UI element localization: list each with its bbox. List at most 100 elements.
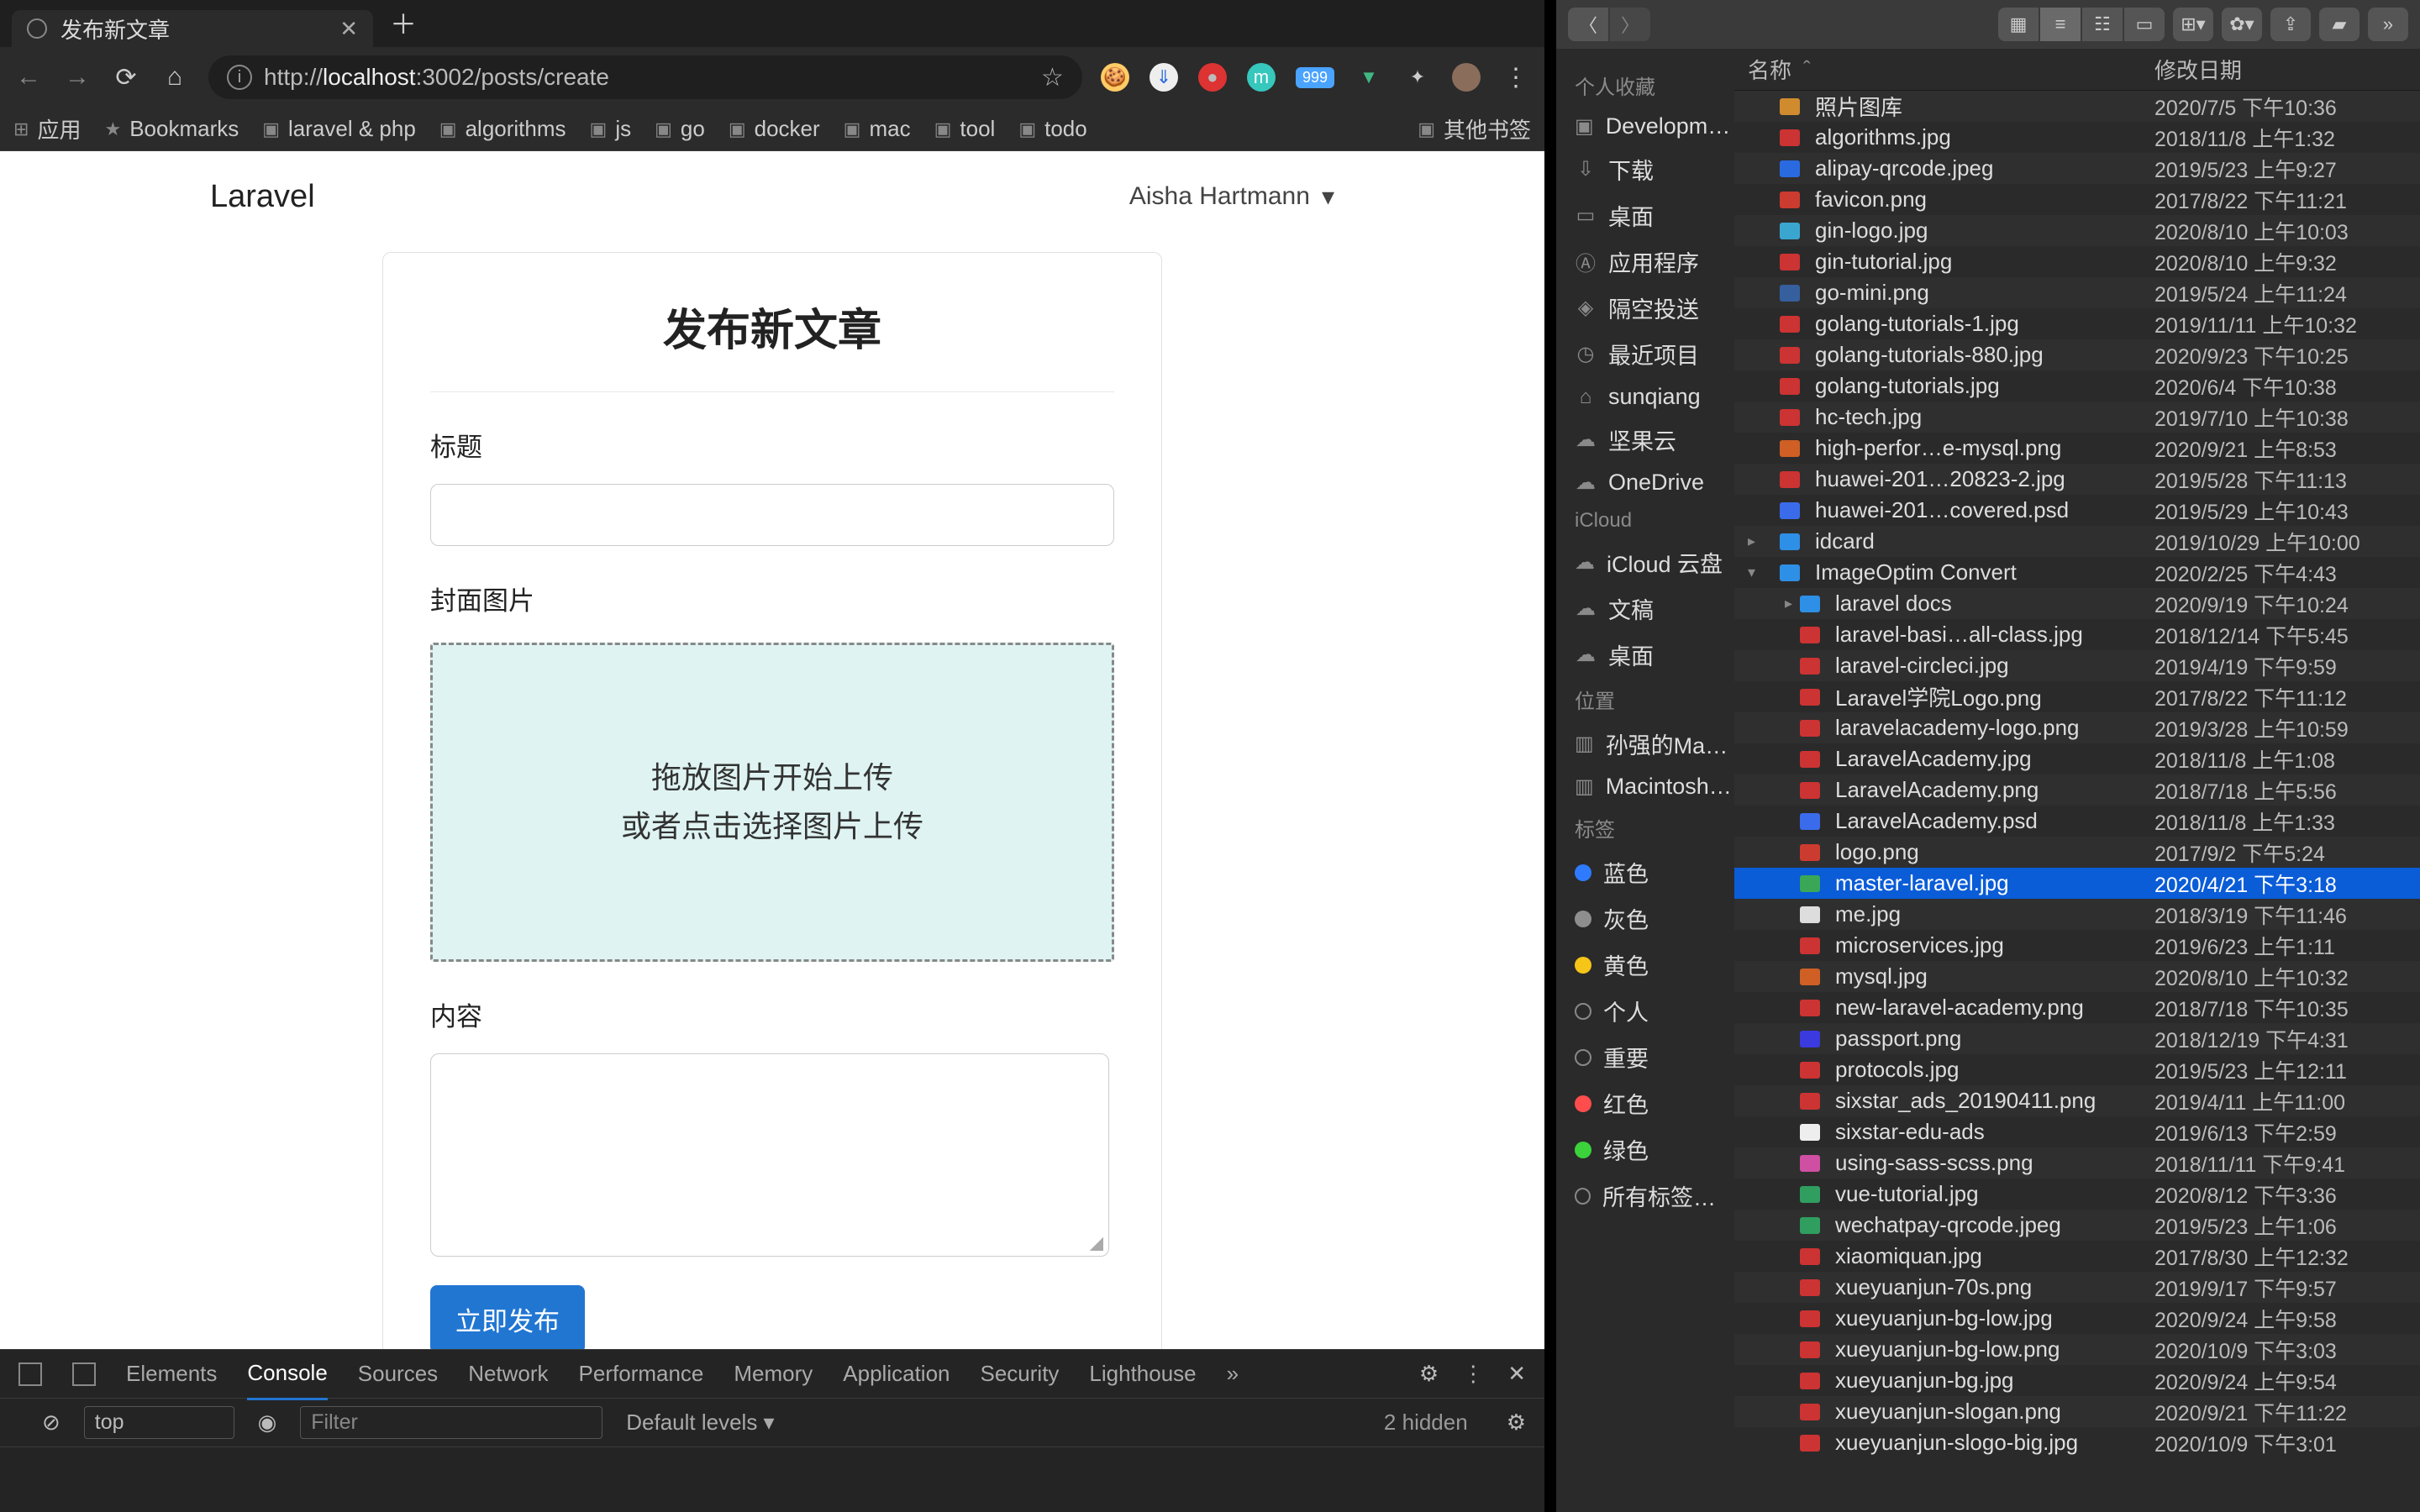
- bookmark-folder[interactable]: ▣docker: [729, 116, 820, 142]
- sidebar-tag[interactable]: 绿色: [1556, 1126, 1734, 1173]
- devtools-tab[interactable]: Sources: [358, 1361, 438, 1387]
- file-row[interactable]: LaravelAcademy.png 2018/7/18 上午5:56: [1734, 774, 2420, 806]
- console-settings-icon[interactable]: ⚙: [1507, 1410, 1526, 1436]
- close-tab-icon[interactable]: ✕: [339, 16, 358, 42]
- view-gallery-icon[interactable]: ▭: [2124, 8, 2165, 41]
- back-button[interactable]: ←: [13, 63, 44, 92]
- chrome-menu-icon[interactable]: ⋮: [1501, 63, 1531, 92]
- window-divider[interactable]: [1544, 0, 1556, 1512]
- sidebar-item[interactable]: ▭桌面: [1556, 192, 1734, 239]
- bookmark-folder[interactable]: ▣todo: [1018, 116, 1086, 142]
- bookmark-folder[interactable]: ▣js: [590, 116, 632, 142]
- bookmark-folder[interactable]: ▣mac: [844, 116, 911, 142]
- file-row[interactable]: sixstar-edu-ads 2019/6/13 下午2:59: [1734, 1116, 2420, 1147]
- action-menu-icon[interactable]: ✿▾: [2222, 8, 2262, 41]
- sidebar-item[interactable]: ▥Macintosh…: [1556, 767, 1734, 806]
- file-row[interactable]: laravel-circleci.jpg 2019/4/19 下午9:59: [1734, 650, 2420, 681]
- submit-button[interactable]: 立即发布: [430, 1285, 585, 1349]
- bookmark-folder[interactable]: ▣algorithms: [439, 116, 566, 142]
- file-row[interactable]: xueyuanjun-70s.png 2019/9/17 下午9:57: [1734, 1272, 2420, 1303]
- bookmark-item[interactable]: ★Bookmarks: [104, 116, 239, 142]
- file-row[interactable]: ▸ idcard 2019/10/29 上午10:00: [1734, 526, 2420, 557]
- new-tab-button[interactable]: ＋: [373, 3, 434, 47]
- ext-badge[interactable]: 999: [1296, 67, 1334, 88]
- bookmark-star-icon[interactable]: ☆: [1041, 63, 1064, 92]
- file-row[interactable]: microservices.jpg 2019/6/23 上午1:11: [1734, 930, 2420, 961]
- file-row[interactable]: master-laravel.jpg 2020/4/21 下午3:18: [1734, 868, 2420, 899]
- file-row[interactable]: xueyuanjun-slogo-big.jpg 2020/10/9 下午3:0…: [1734, 1427, 2420, 1458]
- profile-avatar[interactable]: [1452, 63, 1481, 92]
- file-row[interactable]: golang-tutorials-1.jpg 2019/11/11 上午10:3…: [1734, 308, 2420, 339]
- devtools-tab[interactable]: Elements: [126, 1361, 217, 1387]
- sidebar-tag[interactable]: 重要: [1556, 1034, 1734, 1080]
- file-row[interactable]: Laravel学院Logo.png 2017/8/22 下午11:12: [1734, 681, 2420, 712]
- sidebar-item[interactable]: ☁坚果云: [1556, 417, 1734, 463]
- ext-icon[interactable]: ⇓: [1150, 63, 1178, 92]
- sidebar-tag[interactable]: 黄色: [1556, 942, 1734, 988]
- content-textarea[interactable]: [430, 1053, 1109, 1257]
- reload-button[interactable]: ⟳: [111, 63, 141, 92]
- device-toggle-icon[interactable]: [72, 1362, 96, 1386]
- devtools-tab[interactable]: Network: [468, 1361, 548, 1387]
- site-info-icon[interactable]: i: [227, 65, 252, 90]
- sidebar-item[interactable]: ◷最近项目: [1556, 331, 1734, 377]
- hidden-count[interactable]: 2 hidden: [1384, 1410, 1468, 1436]
- filter-input[interactable]: Filter: [300, 1406, 602, 1439]
- log-levels-select[interactable]: Default levels ▾: [626, 1410, 774, 1436]
- file-row[interactable]: algorithms.jpg 2018/11/8 上午1:32: [1734, 122, 2420, 153]
- file-row[interactable]: alipay-qrcode.jpeg 2019/5/23 上午9:27: [1734, 153, 2420, 184]
- sidebar-item[interactable]: ☁iCloud 云盘: [1556, 539, 1734, 585]
- file-row[interactable]: xueyuanjun-bg-low.png 2020/10/9 下午3:03: [1734, 1334, 2420, 1365]
- file-row[interactable]: LaravelAcademy.jpg 2018/11/8 上午1:08: [1734, 743, 2420, 774]
- devtools-tab[interactable]: Security: [981, 1361, 1060, 1387]
- menu-icon[interactable]: ⋮: [1462, 1361, 1484, 1387]
- brand[interactable]: Laravel: [210, 179, 315, 215]
- ext-icon[interactable]: m: [1247, 63, 1276, 92]
- sidebar-tag[interactable]: 红色: [1556, 1080, 1734, 1126]
- vue-devtools-icon[interactable]: ▼: [1355, 63, 1383, 92]
- file-row[interactable]: laravelacademy-logo.png 2019/3/28 上午10:5…: [1734, 712, 2420, 743]
- sidebar-item[interactable]: ☁桌面: [1556, 632, 1734, 678]
- file-row[interactable]: 照片图库 2020/7/5 下午10:36: [1734, 91, 2420, 122]
- devtools-tab[interactable]: Application: [843, 1361, 950, 1387]
- file-row[interactable]: xueyuanjun-bg.jpg 2020/9/24 上午9:54: [1734, 1365, 2420, 1396]
- file-row[interactable]: ▸ laravel docs 2020/9/19 下午10:24: [1734, 588, 2420, 619]
- ext-icon[interactable]: ●: [1198, 63, 1227, 92]
- disclosure-triangle-icon[interactable]: ▸: [1748, 533, 1765, 550]
- disclosure-triangle-icon[interactable]: ▾: [1748, 564, 1765, 581]
- sidebar-item[interactable]: ◈隔空投送: [1556, 285, 1734, 331]
- bookmark-folder[interactable]: ▣go: [655, 116, 705, 142]
- file-row[interactable]: xueyuanjun-slogan.png 2020/9/21 下午11:22: [1734, 1396, 2420, 1427]
- inspect-icon[interactable]: [18, 1362, 42, 1386]
- column-headers[interactable]: 名称ˆ 修改日期: [1734, 49, 2420, 91]
- other-bookmarks[interactable]: ▣其他书签: [1418, 113, 1531, 144]
- file-row[interactable]: mysql.jpg 2020/8/10 上午10:32: [1734, 961, 2420, 992]
- sidebar-tag[interactable]: 蓝色: [1556, 849, 1734, 895]
- file-row[interactable]: go-mini.png 2019/5/24 上午11:24: [1734, 277, 2420, 308]
- file-row[interactable]: gin-tutorial.jpg 2020/8/10 上午9:32: [1734, 246, 2420, 277]
- file-row[interactable]: favicon.png 2017/8/22 下午11:21: [1734, 184, 2420, 215]
- devtools-tab[interactable]: Console: [247, 1348, 327, 1400]
- file-row[interactable]: high-perfor…e-mysql.png 2020/9/21 上午8:53: [1734, 433, 2420, 464]
- view-columns-icon[interactable]: ☷: [2082, 8, 2123, 41]
- clear-console-icon[interactable]: ⊘: [42, 1410, 60, 1436]
- devtools-tab[interactable]: Lighthouse: [1089, 1361, 1196, 1387]
- more-tabs-icon[interactable]: »: [1227, 1361, 1239, 1387]
- file-row[interactable]: huawei-201…covered.psd 2019/5/29 上午10:43: [1734, 495, 2420, 526]
- sidebar-item[interactable]: Ⓐ应用程序: [1556, 239, 1734, 285]
- user-menu[interactable]: Aisha Hartmann▾: [1129, 182, 1334, 212]
- sidebar-item[interactable]: ☁OneDrive: [1556, 463, 1734, 502]
- group-by-icon[interactable]: ⊞▾: [2173, 8, 2213, 41]
- context-select[interactable]: top: [84, 1406, 234, 1439]
- file-row[interactable]: huawei-201…20823-2.jpg 2019/5/28 下午11:13: [1734, 464, 2420, 495]
- bookmark-folder[interactable]: ▣laravel & php: [262, 116, 416, 142]
- url-input[interactable]: i http://localhost:3002/posts/create ☆: [208, 55, 1082, 99]
- ext-icon[interactable]: 🍪: [1101, 63, 1129, 92]
- sidebar-tag[interactable]: 灰色: [1556, 895, 1734, 942]
- sidebar-item[interactable]: ▣Developm…: [1556, 107, 1734, 146]
- sidebar-item[interactable]: ⌂sunqiang: [1556, 377, 1734, 417]
- tags-icon[interactable]: ▰: [2319, 8, 2360, 41]
- file-row[interactable]: hc-tech.jpg 2019/7/10 上午10:38: [1734, 402, 2420, 433]
- share-icon[interactable]: ⇪: [2270, 8, 2311, 41]
- file-row[interactable]: wechatpay-qrcode.jpeg 2019/5/23 上午1:06: [1734, 1210, 2420, 1241]
